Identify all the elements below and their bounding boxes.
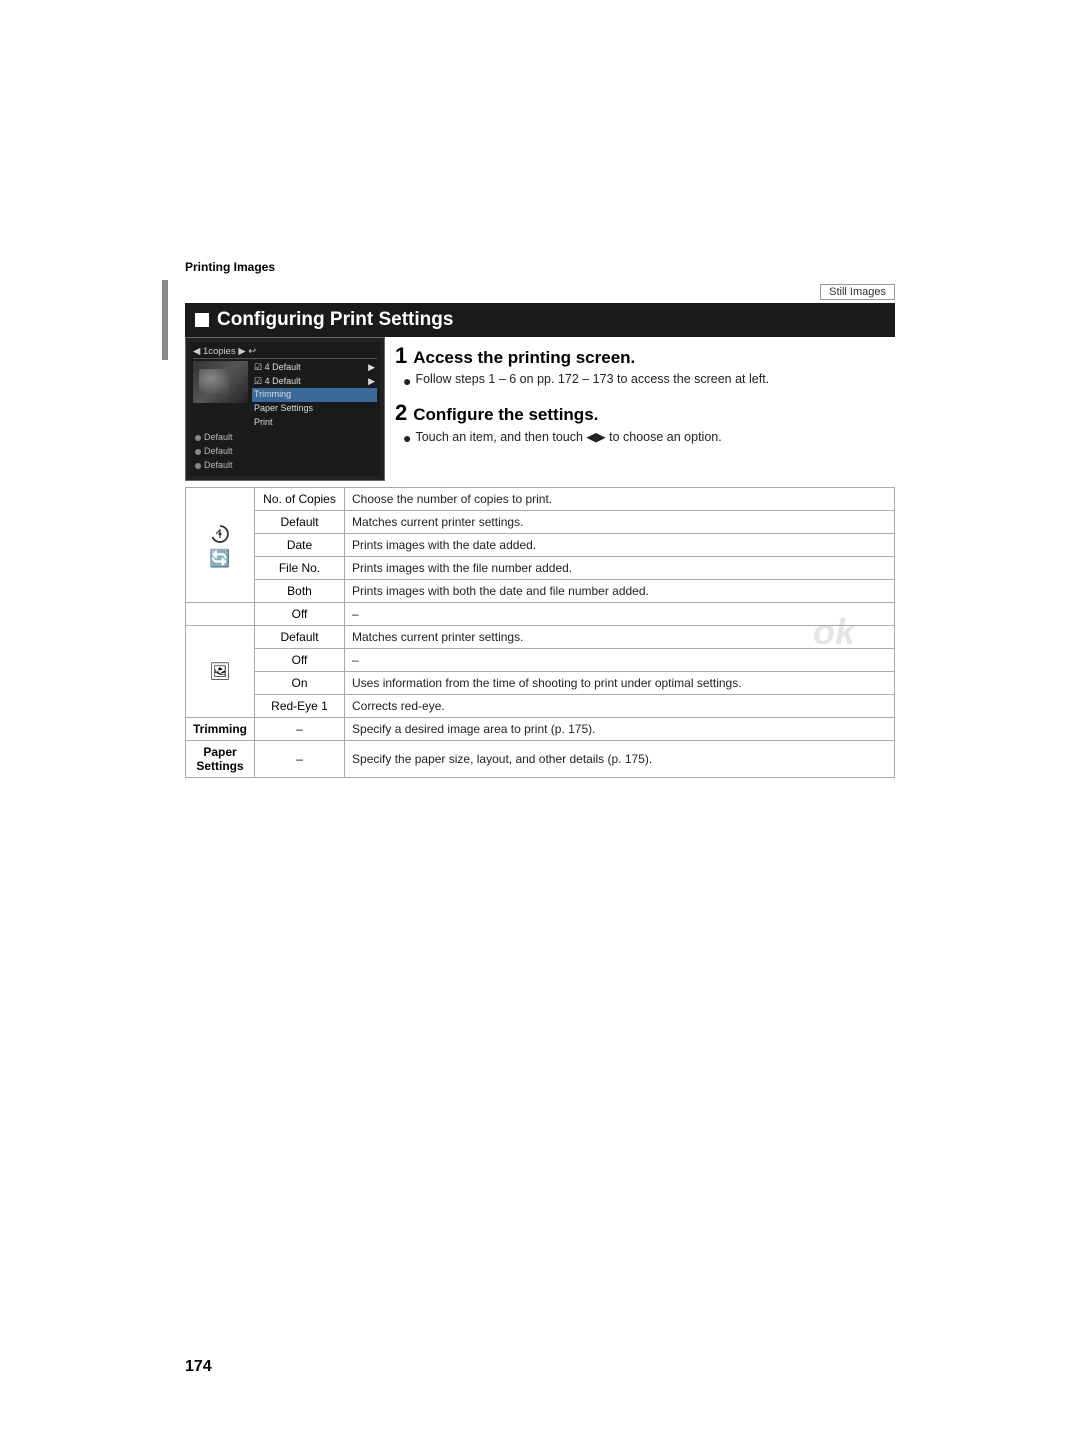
screenshot-bottom-row-3: Default (193, 459, 377, 473)
screenshot-menu-item-1: ☑ 4 Default▶ (252, 361, 377, 375)
desc-default-1: Matches current printer settings. (345, 510, 895, 533)
paper-settings-label: PaperSettings (186, 740, 255, 777)
step2-title: Configure the settings. (413, 405, 598, 425)
screenshot-bottom-row-2: Default (193, 445, 377, 459)
option-on: On (255, 671, 345, 694)
screenshot-menu-item-4: Paper Settings (252, 402, 377, 416)
still-images-badge: Still Images (820, 284, 895, 300)
option-default-1: Default (255, 510, 345, 533)
screenshot-bottom-row-1: Default (193, 431, 377, 445)
screenshot-menu: ☑ 4 Default▶ ☑ 4 Default▶ Trimming Paper… (252, 361, 377, 429)
trimming-label: Trimming (186, 717, 255, 740)
option-off-2: Off (255, 648, 345, 671)
content-area: Printing Images Still Images Configuring… (185, 260, 895, 778)
step2: 2 Configure the settings. ● Touch an ite… (395, 402, 885, 447)
page-title: Configuring Print Settings (217, 309, 453, 331)
step1-bullet: ● Follow steps 1 – 6 on pp. 172 – 173 to… (403, 372, 885, 390)
option-off-1: Off (255, 602, 345, 625)
step1-bullet-dot: ● (403, 372, 411, 390)
option-date: Date (255, 533, 345, 556)
table-row: On Uses information from the time of sho… (186, 671, 895, 694)
step2-number: 2 (395, 402, 407, 424)
step2-bullet: ● Touch an item, and then touch ◀▶ to ch… (403, 429, 885, 447)
step2-bullet-text: Touch an item, and then touch ◀▶ to choo… (415, 429, 721, 444)
watermark-area: 🔄 No. of Copies Choose the number of cop… (185, 487, 895, 778)
step2-bullet-dot: ● (403, 429, 411, 447)
table-row: Date Prints images with the date added. (186, 533, 895, 556)
step2-heading: 2 Configure the settings. (395, 402, 885, 425)
section-label: Printing Images (185, 260, 895, 274)
desc-default-2: Matches current printer settings. (345, 625, 895, 648)
dot-icon-1 (195, 435, 201, 441)
paper-settings-desc: Specify the paper size, layout, and othe… (345, 740, 895, 777)
option-both: Both (255, 579, 345, 602)
screenshot-menu-item-3: Trimming (252, 388, 377, 402)
still-images-wrapper: Still Images (185, 284, 895, 300)
page-number: 174 (185, 1358, 212, 1376)
desc-red-eye: Corrects red-eye. (345, 694, 895, 717)
table-row: Off – (186, 602, 895, 625)
settings-table: 🔄 No. of Copies Choose the number of cop… (185, 487, 895, 778)
dot-icon-2 (195, 449, 201, 455)
table-row-trimming: Trimming – Specify a desired image area … (186, 717, 895, 740)
desc-date: Prints images with the date added. (345, 533, 895, 556)
desc-file-no: Prints images with the file number added… (345, 556, 895, 579)
table-row: Both Prints images with both the date an… (186, 579, 895, 602)
option-default-2: Default (255, 625, 345, 648)
desc-off-2: – (345, 648, 895, 671)
step1-heading: 1 Access the printing screen. (395, 345, 885, 368)
table-row: Off – (186, 648, 895, 671)
empty-icon-cell-1 (186, 602, 255, 625)
desc-off-1: – (345, 602, 895, 625)
paper-settings-option: – (255, 740, 345, 777)
screenshot-inner: ◀ 1copies ▶ ↩ ☑ 4 Default▶ ☑ 4 Default▶ (190, 342, 380, 476)
option-no-of-copies: No. of Copies (255, 487, 345, 510)
step1-number: 1 (395, 345, 407, 367)
screenshot-image-area: ☑ 4 Default▶ ☑ 4 Default▶ Trimming Paper… (193, 361, 377, 429)
title-bar-icon (195, 313, 209, 327)
option-red-eye: Red-Eye 1 (255, 694, 345, 717)
trimming-desc: Specify a desired image area to print (p… (345, 717, 895, 740)
table-row: File No. Prints images with the file num… (186, 556, 895, 579)
screenshot-bottom: Default Default Default (193, 431, 377, 472)
date-print-icon-cell: 🔄 (186, 487, 255, 602)
desc-both: Prints images with both the date and fil… (345, 579, 895, 602)
screenshot-top-bar: ◀ 1copies ▶ ↩ (193, 345, 377, 359)
screenshot-menu-item-5: Print (252, 416, 377, 430)
table-row: Default Matches current printer settings… (186, 510, 895, 533)
margin-bar (162, 280, 168, 360)
title-bar: Configuring Print Settings (185, 303, 895, 337)
screenshot-menu-item-2: ☑ 4 Default▶ (252, 375, 377, 389)
dot-icon-3 (195, 463, 201, 469)
steps-row: ◀ 1copies ▶ ↩ ☑ 4 Default▶ ☑ 4 Default▶ (185, 337, 895, 481)
desc-no-of-copies: Choose the number of copies to print. (345, 487, 895, 510)
optimize-icon-cell: 🖼 (186, 625, 255, 717)
table-row: 🖼 Default Matches current printer settin… (186, 625, 895, 648)
table-row: Red-Eye 1 Corrects red-eye. (186, 694, 895, 717)
step1-title: Access the printing screen. (413, 348, 635, 368)
screenshot-top-text: ◀ 1copies ▶ ↩ (193, 346, 256, 357)
step1-bullet-text: Follow steps 1 – 6 on pp. 172 – 173 to a… (415, 372, 769, 386)
screenshot-box: ◀ 1copies ▶ ↩ ☑ 4 Default▶ ☑ 4 Default▶ (185, 337, 385, 481)
desc-on: Uses information from the time of shooti… (345, 671, 895, 694)
table-row: 🔄 No. of Copies Choose the number of cop… (186, 487, 895, 510)
page-container: Printing Images Still Images Configuring… (0, 0, 1080, 1436)
trimming-option: – (255, 717, 345, 740)
option-file-no: File No. (255, 556, 345, 579)
table-row-paper: PaperSettings – Specify the paper size, … (186, 740, 895, 777)
step1: 1 Access the printing screen. ● Follow s… (395, 345, 885, 390)
screenshot-thumb (193, 361, 248, 403)
steps-text-area: 1 Access the printing screen. ● Follow s… (385, 337, 895, 481)
